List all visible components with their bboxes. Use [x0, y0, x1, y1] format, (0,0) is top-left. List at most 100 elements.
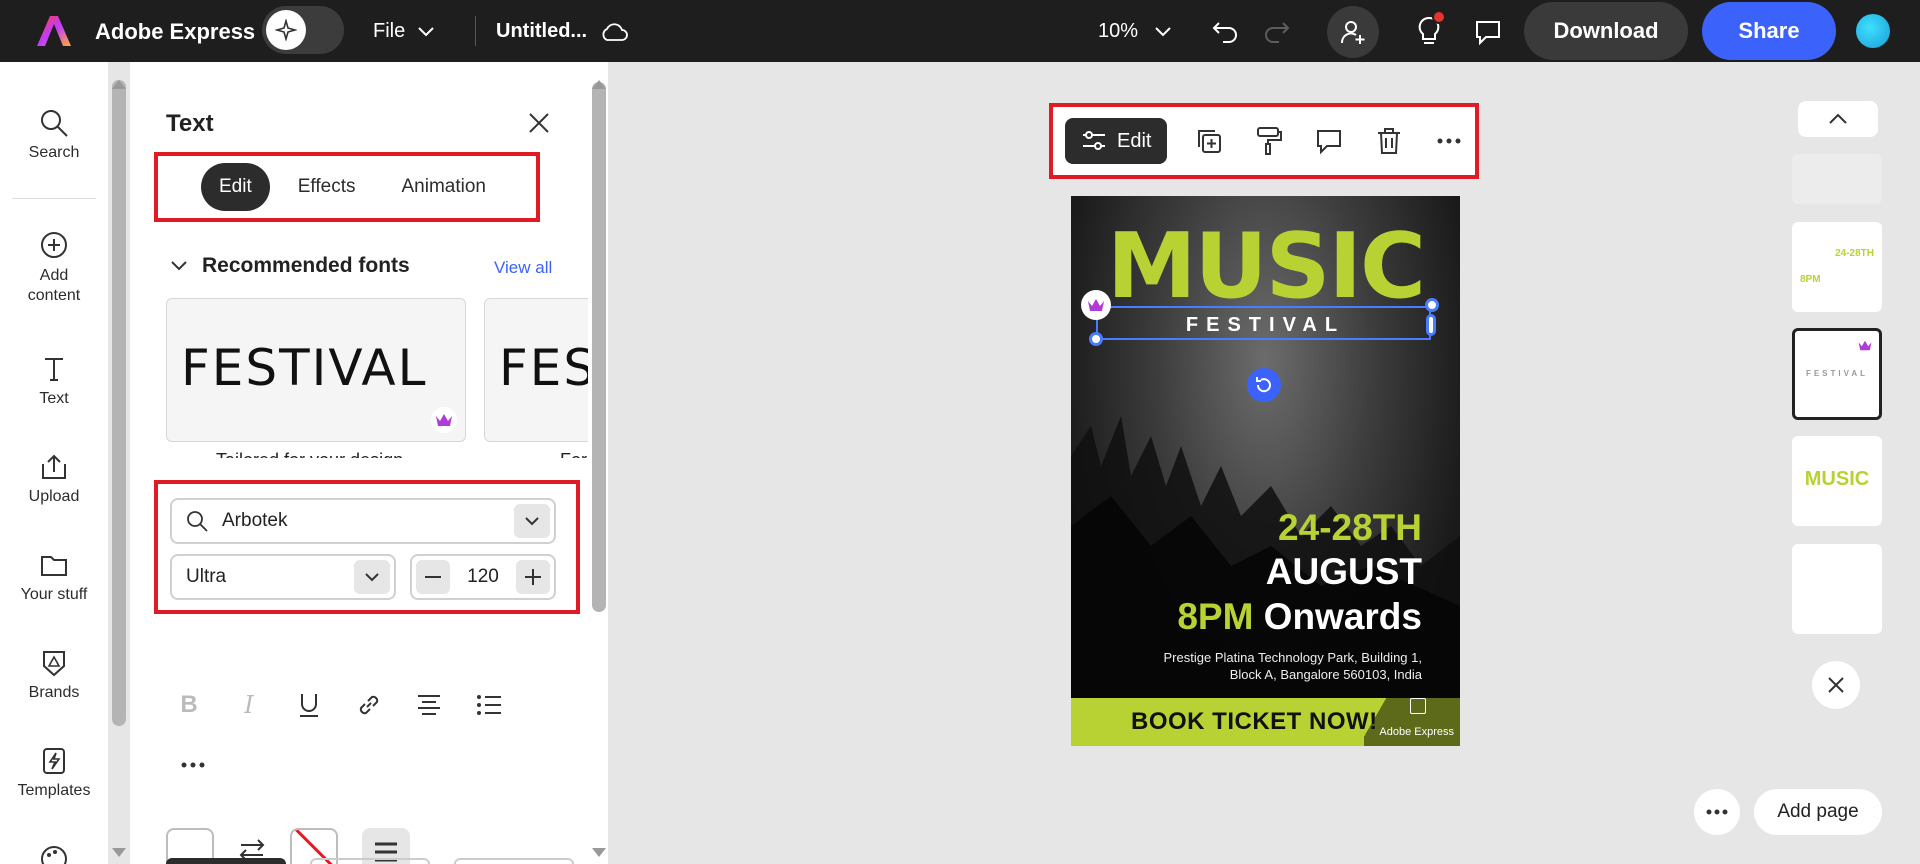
bottom-tab[interactable]	[454, 858, 574, 864]
page-options-button[interactable]	[1694, 789, 1740, 835]
rail-item-text[interactable]: Text	[0, 354, 108, 408]
design-canvas[interactable]: MUSIC FESTIVAL 24-28TH AUGUST 8PM Onward…	[1071, 196, 1460, 746]
plus-icon	[524, 569, 541, 585]
resize-handle[interactable]	[1425, 298, 1439, 312]
document-title-text: Untitled...	[496, 20, 588, 42]
italic-icon[interactable]: I	[234, 690, 264, 720]
font-card[interactable]: FESTIVAL	[166, 298, 466, 442]
scroll-down-arrow[interactable]	[112, 848, 126, 857]
view-all-link[interactable]: View all	[494, 258, 552, 278]
delete-button[interactable]	[1371, 123, 1407, 159]
scroll-down-arrow[interactable]	[592, 848, 606, 857]
zoom-control[interactable]: 10%	[1098, 20, 1172, 43]
font-size-value[interactable]: 120	[467, 566, 499, 588]
scroll-up-arrow[interactable]	[592, 80, 606, 89]
underline-icon[interactable]	[294, 690, 324, 720]
add-page-button[interactable]: Add page	[1754, 789, 1882, 835]
duplicate-button[interactable]	[1191, 123, 1227, 159]
rail-item-theme[interactable]	[0, 844, 108, 864]
page-thumbnail-selected[interactable]: FESTIVAL	[1792, 328, 1882, 420]
recommended-fonts-toggle[interactable]: Recommended fonts	[170, 254, 410, 278]
rail-label: Text	[39, 390, 69, 407]
avatar[interactable]	[1856, 14, 1890, 48]
share-button[interactable]: Share	[1702, 2, 1836, 60]
panel-scrollbar[interactable]	[592, 82, 606, 612]
edit-button[interactable]: Edit	[1065, 118, 1168, 164]
divider	[12, 198, 96, 199]
thumb-text: 8PM	[1800, 274, 1821, 285]
event-address[interactable]: Prestige Platina Technology Park, Buildi…	[1092, 650, 1422, 684]
invite-button[interactable]	[1327, 6, 1379, 58]
format-toolbar: B I	[174, 690, 504, 720]
ticket-banner[interactable]: BOOK TICKET NOW! Adobe Express	[1071, 698, 1460, 746]
tab-animation[interactable]: Animation	[383, 163, 504, 211]
chevron-down-icon	[171, 261, 187, 271]
selection-box[interactable]	[1096, 306, 1431, 340]
rail-item-search[interactable]: Search	[0, 108, 108, 162]
rotate-handle[interactable]	[1247, 368, 1281, 402]
chevron-down-icon[interactable]	[514, 504, 550, 538]
download-button[interactable]: Download	[1524, 2, 1688, 60]
copy-style-button[interactable]	[1251, 123, 1287, 159]
page-thumbnail[interactable]	[1792, 544, 1882, 634]
scroll-pages-up-button[interactable]	[1798, 101, 1878, 137]
bottom-tab[interactable]	[310, 858, 430, 864]
cloud-icon	[602, 22, 628, 41]
comment-button[interactable]	[1311, 123, 1347, 159]
scroll-up-arrow[interactable]	[112, 80, 126, 89]
font-family-select[interactable]: Arbotek	[170, 498, 556, 544]
rail-item-brands[interactable]: Brands	[0, 648, 108, 702]
link-icon[interactable]	[354, 690, 384, 720]
resize-handle[interactable]	[1089, 332, 1103, 346]
chevron-down-icon[interactable]	[354, 560, 390, 594]
redo-button[interactable]	[1260, 14, 1294, 48]
left-rail: Search Add content Text Upload Your stuf…	[0, 62, 108, 864]
poster-title[interactable]: MUSIC	[1071, 222, 1460, 312]
tab-effects[interactable]: Effects	[280, 163, 374, 211]
undo-icon	[1212, 22, 1237, 43]
font-size-stepper: 120	[410, 554, 556, 600]
comment-icon	[1476, 21, 1500, 46]
close-panel-button[interactable]	[524, 108, 554, 138]
divider	[475, 16, 476, 46]
comments-button[interactable]	[1470, 14, 1506, 50]
rail-item-upload[interactable]: Upload	[0, 452, 108, 506]
document-title[interactable]: Untitled...	[496, 20, 629, 43]
font-family-value: Arbotek	[222, 510, 288, 531]
resize-handle[interactable]	[1426, 314, 1436, 336]
close-pages-button[interactable]	[1812, 661, 1860, 709]
more-icon	[1437, 138, 1461, 144]
tab-edit[interactable]: Edit	[201, 163, 270, 211]
month-line: AUGUST	[1265, 551, 1422, 593]
undo-button[interactable]	[1208, 14, 1242, 48]
font-card[interactable]: FESTIVAL	[484, 298, 588, 442]
event-dates[interactable]: 24-28TH AUGUST 8PM Onwards	[1177, 506, 1422, 639]
rail-item-your-stuff[interactable]: Your stuff	[0, 550, 108, 604]
rail-item-templates[interactable]: Templates	[0, 746, 108, 800]
align-center-icon[interactable]	[414, 690, 444, 720]
adobe-express-logo[interactable]	[36, 14, 72, 48]
ai-mode-toggle[interactable]	[262, 6, 344, 54]
rail-scrollbar[interactable]	[112, 80, 126, 726]
increase-size-button[interactable]	[515, 560, 550, 594]
page-thumbnail[interactable]: 24-28TH 8PM	[1792, 222, 1882, 312]
page-thumbnail[interactable]: MUSIC	[1792, 436, 1882, 526]
rail-label: Add content	[27, 267, 81, 304]
file-menu[interactable]: File	[373, 20, 435, 43]
decrease-size-button[interactable]	[416, 560, 450, 594]
tips-button[interactable]	[1410, 10, 1448, 50]
more-options-button[interactable]	[1431, 123, 1467, 159]
rail-item-add-content[interactable]: Add content	[0, 230, 108, 306]
bottom-tab[interactable]	[166, 858, 286, 864]
bullet-list-icon[interactable]	[474, 690, 504, 720]
font-card-caption: Tailored for your design	[216, 450, 403, 458]
rail-label: Search	[28, 144, 80, 161]
page-thumbnail[interactable]	[1792, 154, 1882, 204]
bold-icon[interactable]: B	[174, 690, 204, 720]
chevron-down-icon	[418, 26, 434, 36]
sliders-icon	[1083, 131, 1105, 150]
address-line: Block A, Bangalore 560103, India	[1229, 666, 1422, 682]
search-icon	[41, 110, 68, 137]
font-weight-select[interactable]: Ultra	[170, 554, 396, 600]
more-options-button[interactable]	[178, 750, 208, 780]
